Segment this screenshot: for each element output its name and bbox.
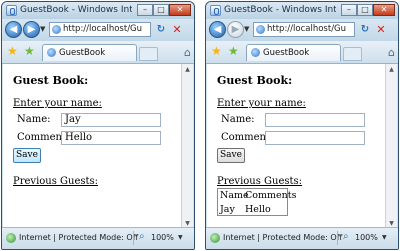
vertical-scrollbar[interactable]: ▲ ▼: [385, 64, 397, 229]
window-title: GuestBook - Windows Internet ...: [224, 5, 336, 15]
address-text: http://localhost/Gu: [63, 24, 143, 34]
maximize-button[interactable]: □: [357, 4, 373, 16]
enter-name-label: Enter your name:: [13, 98, 102, 109]
minimize-button[interactable]: –: [137, 4, 153, 16]
back-button[interactable]: ◀: [5, 21, 22, 38]
address-input[interactable]: http://localhost/Gu: [49, 22, 151, 37]
previous-guests-table: Name Comments Jay Hello: [217, 188, 296, 216]
column-header-comments: Comments: [245, 190, 297, 201]
forward-button[interactable]: ▶: [23, 21, 40, 38]
address-input[interactable]: http://localhost/Gu: [253, 22, 355, 37]
stop-icon[interactable]: ✕: [170, 23, 184, 37]
refresh-icon[interactable]: ↻: [154, 23, 168, 37]
browser-window-2: GuestBook - Windows Internet ... – □ ✕ ◀…: [205, 1, 399, 250]
page-content: Guest Book: Enter your name: Name: Comme…: [207, 64, 385, 229]
enter-name-label: Enter your name:: [217, 98, 306, 109]
history-dropdown-icon[interactable]: ▼: [40, 25, 45, 33]
address-bar-row: ◀ ▶ ▼ http://localhost/Gu ↻ ✕: [2, 19, 194, 41]
zoom-level[interactable]: 100%: [151, 233, 174, 242]
add-favorites-icon[interactable]: ★: [24, 44, 35, 58]
tab-guestbook[interactable]: GuestBook: [246, 44, 341, 61]
new-tab-button[interactable]: [139, 47, 158, 61]
forward-arrow-icon: ▶: [231, 24, 240, 35]
title-bar[interactable]: GuestBook - Windows Internet ... – □ ✕: [206, 2, 398, 19]
back-arrow-icon: ◀: [9, 24, 18, 35]
zoom-dropdown-icon[interactable]: ▼: [382, 234, 387, 241]
page-heading: Guest Book:: [13, 74, 89, 87]
scroll-up-icon[interactable]: ▲: [182, 64, 193, 75]
scroll-up-icon[interactable]: ▲: [386, 64, 397, 75]
zoom-icon[interactable]: ⌕: [139, 231, 145, 242]
back-button[interactable]: ◀: [209, 21, 226, 38]
previous-guests-label: Previous Guests:: [217, 176, 303, 187]
forward-arrow-icon: ▶: [27, 24, 36, 35]
back-arrow-icon: ◀: [213, 24, 222, 35]
maximize-button[interactable]: □: [153, 4, 169, 16]
stop-icon[interactable]: ✕: [374, 23, 388, 37]
favorites-star-icon[interactable]: ★: [7, 44, 18, 58]
page-favicon-icon: [52, 25, 61, 34]
tab-guestbook[interactable]: GuestBook: [42, 44, 137, 61]
tab-label: GuestBook: [263, 48, 310, 58]
home-icon[interactable]: ⌂: [388, 46, 395, 59]
name-input[interactable]: [265, 113, 365, 127]
status-bar: Internet | Protected Mode: Off ⌕ 100% ▼: [2, 227, 194, 249]
guest-name-cell: Jay: [220, 204, 235, 215]
status-separator: [337, 231, 338, 245]
previous-guests-label: Previous Guests:: [13, 176, 99, 187]
tab-bar: ★ ★ GuestBook ⌂: [206, 41, 398, 64]
save-button[interactable]: Save: [217, 148, 245, 163]
page-heading: Guest Book:: [217, 74, 293, 87]
close-button[interactable]: ✕: [373, 4, 395, 16]
status-bar: Internet | Protected Mode: Off ⌕ 100% ▼: [206, 227, 398, 249]
internet-zone-icon: [6, 233, 16, 243]
page-favicon-icon: [256, 25, 265, 34]
tab-label: GuestBook: [59, 48, 106, 58]
name-label: Name:: [221, 114, 255, 125]
refresh-icon[interactable]: ↻: [358, 23, 372, 37]
zoom-level[interactable]: 100%: [355, 233, 378, 242]
address-bar-row: ◀ ▶ ▼ http://localhost/Gu ↻ ✕: [206, 19, 398, 41]
comments-input[interactable]: [265, 131, 365, 145]
caption-buttons: – □ ✕: [341, 4, 395, 17]
tab-favicon-icon: [47, 48, 56, 57]
status-separator: [133, 231, 134, 245]
vertical-scrollbar[interactable]: ▲ ▼: [181, 64, 193, 229]
forward-button[interactable]: ▶: [227, 21, 244, 38]
tab-bar: ★ ★ GuestBook ⌂: [2, 41, 194, 64]
close-button[interactable]: ✕: [169, 4, 191, 16]
ie-app-icon: [6, 5, 17, 16]
ie-app-icon: [210, 5, 221, 16]
add-favorites-icon[interactable]: ★: [228, 44, 239, 58]
browser-window-1: GuestBook - Windows Internet ... – □ ✕ ◀…: [1, 1, 195, 250]
name-label: Name:: [17, 114, 51, 125]
window-title: GuestBook - Windows Internet ...: [20, 5, 132, 15]
title-bar[interactable]: GuestBook - Windows Internet ... – □ ✕: [2, 2, 194, 19]
save-button[interactable]: Save: [13, 148, 41, 163]
guest-comment-cell: Hello: [245, 204, 271, 215]
tab-favicon-icon: [251, 48, 260, 57]
name-input[interactable]: Jay: [61, 113, 161, 127]
zoom-icon[interactable]: ⌕: [343, 231, 349, 242]
caption-buttons: – □ ✕: [137, 4, 191, 17]
comments-input[interactable]: Hello: [61, 131, 161, 145]
favorites-star-icon[interactable]: ★: [211, 44, 222, 58]
minimize-button[interactable]: –: [341, 4, 357, 16]
new-tab-button[interactable]: [343, 47, 362, 61]
status-text: Internet | Protected Mode: Off: [223, 233, 343, 242]
page-content: Guest Book: Enter your name: Name: Jay C…: [3, 64, 181, 229]
history-dropdown-icon[interactable]: ▼: [244, 25, 249, 33]
status-text: Internet | Protected Mode: Off: [19, 233, 139, 242]
home-icon[interactable]: ⌂: [184, 46, 191, 59]
address-text: http://localhost/Gu: [267, 24, 347, 34]
zoom-dropdown-icon[interactable]: ▼: [178, 234, 183, 241]
internet-zone-icon: [210, 233, 220, 243]
